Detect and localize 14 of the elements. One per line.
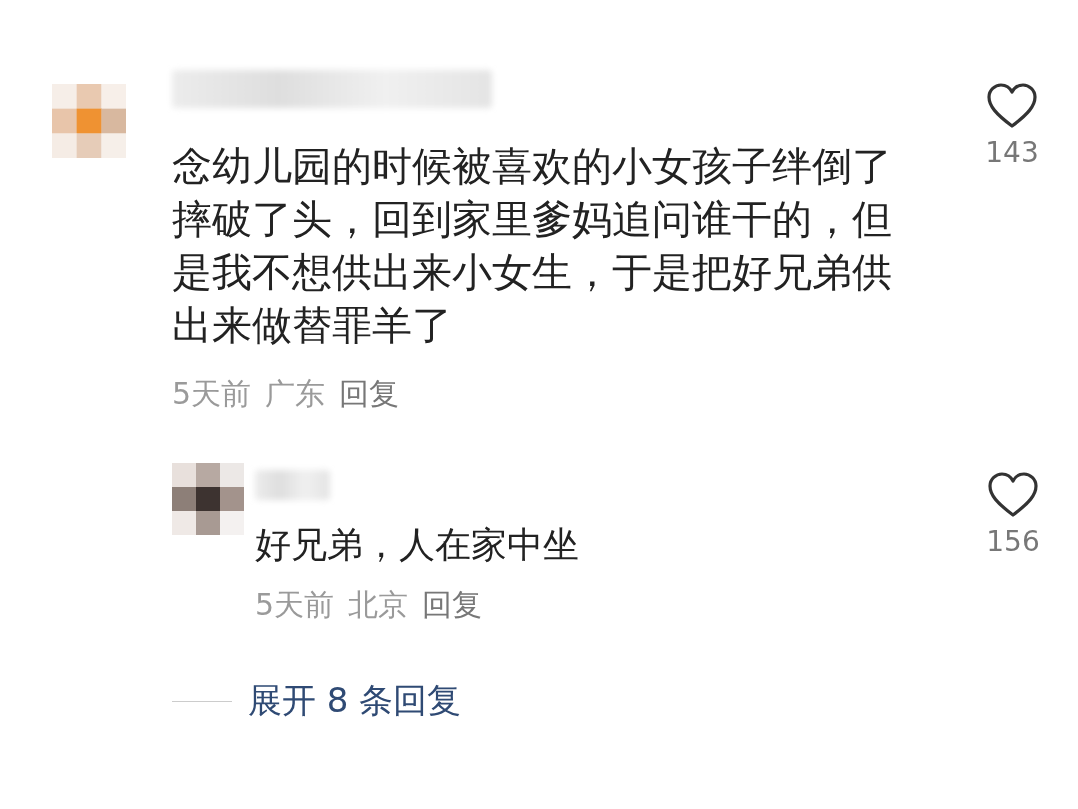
- reply-link[interactable]: 回复: [422, 585, 483, 626]
- comment-location: 广东: [265, 375, 326, 413]
- comment-location: 北京: [348, 586, 409, 624]
- reply-link[interactable]: 回复: [339, 374, 400, 415]
- expand-replies-link[interactable]: 展开 8 条回复: [248, 678, 462, 724]
- comment-text: 念幼儿园的时候被喜欢的小女孩子绊倒了摔破了头，回到家里爹妈追问谁干的，但是我不想供出来小女生，于是把好兄弟供出来做替罪羊了: [172, 142, 893, 350]
- like-count: 156: [986, 525, 1040, 558]
- comment-text: 好兄弟，人在家中坐: [255, 523, 580, 567]
- comment-time: 5天前: [255, 586, 335, 624]
- avatar-placeholder: [172, 463, 244, 535]
- comment-time: 5天前: [172, 375, 252, 413]
- like-count: 143: [985, 136, 1039, 169]
- heart-icon[interactable]: [986, 82, 1038, 130]
- heart-icon[interactable]: [987, 471, 1039, 519]
